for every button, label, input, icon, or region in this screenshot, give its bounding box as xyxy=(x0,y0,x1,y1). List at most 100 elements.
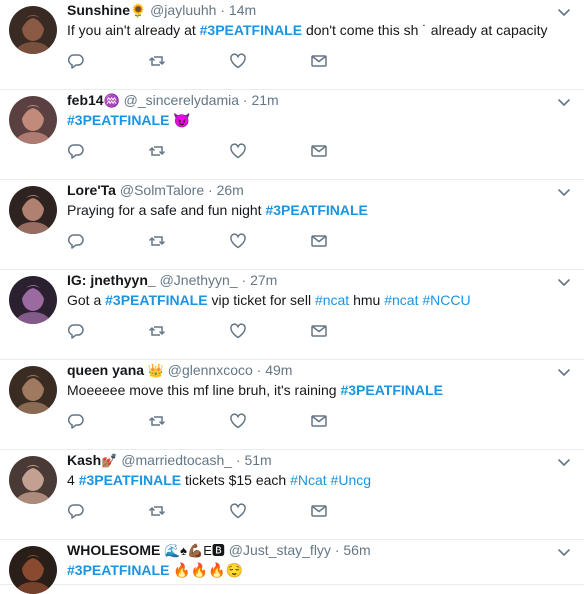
avatar[interactable] xyxy=(9,276,57,324)
envelope-icon[interactable] xyxy=(310,52,328,70)
reply-icon[interactable] xyxy=(67,142,85,160)
heart-icon[interactable] xyxy=(229,52,247,70)
timestamp[interactable]: 49m xyxy=(265,362,292,378)
hashtag-link[interactable]: #Ncat xyxy=(290,472,327,488)
chevron-down-icon[interactable] xyxy=(556,364,572,380)
tweet[interactable]: queen yana 👑 @glennxcoco · 49m Moeeeee mo… xyxy=(0,360,584,450)
avatar[interactable] xyxy=(9,366,57,414)
separator-dot: · xyxy=(216,2,229,18)
user-handle[interactable]: @marriedtocash_ xyxy=(121,452,232,468)
separator-dot: · xyxy=(330,542,344,558)
tweet-text-segment: vip ticket for sell xyxy=(207,292,315,308)
hashtag-link[interactable]: #3PEATFINALE xyxy=(200,22,302,38)
tweet[interactable]: Kash💅🏽 @marriedtocash_ · 51m 4 #3PEATFINA… xyxy=(0,450,584,540)
user-handle[interactable]: @SolmTalore xyxy=(120,182,204,198)
timestamp[interactable]: 27m xyxy=(250,272,277,288)
tweet-text: Got a #3PEATFINALE vip ticket for sell #… xyxy=(67,291,471,309)
user-handle[interactable]: @Jnethyyn_ xyxy=(160,272,238,288)
reply-icon[interactable] xyxy=(67,52,85,70)
reply-icon[interactable] xyxy=(67,412,85,430)
display-name[interactable]: Sunshine xyxy=(67,2,130,18)
chevron-down-icon[interactable] xyxy=(556,274,572,290)
user-handle[interactable]: @jayluuhh xyxy=(150,2,216,18)
display-name[interactable]: Kash xyxy=(67,452,101,468)
retweet-icon[interactable] xyxy=(148,142,166,160)
chevron-down-icon[interactable] xyxy=(556,184,572,200)
envelope-icon[interactable] xyxy=(310,232,328,250)
avatar[interactable] xyxy=(9,546,57,594)
tweet[interactable]: IG: jnethyyn_ @Jnethyyn_ · 27m Got a #3PE… xyxy=(0,270,584,360)
envelope-icon[interactable] xyxy=(310,412,328,430)
tweet-header: IG: jnethyyn_ @Jnethyyn_ · 27m xyxy=(67,271,277,289)
tweet[interactable]: Lore'Ta @SolmTalore · 26m Praying for a s… xyxy=(0,180,584,270)
display-name[interactable]: queen yana xyxy=(67,362,144,378)
hashtag-link[interactable]: #3PEATFINALE xyxy=(67,562,169,578)
heart-icon[interactable] xyxy=(229,412,247,430)
retweet-icon[interactable] xyxy=(148,322,166,340)
separator-dot: · xyxy=(204,182,217,198)
separator-dot: · xyxy=(239,92,252,108)
tweet-text-segment: Praying for a safe and fun night xyxy=(67,202,266,218)
timestamp[interactable]: 56m xyxy=(343,542,370,558)
heart-icon[interactable] xyxy=(229,232,247,250)
tweet-text-segment: tickets $15 each xyxy=(181,472,291,488)
hashtag-link[interactable]: #NCCU xyxy=(422,292,470,308)
reply-icon[interactable] xyxy=(67,322,85,340)
heart-icon[interactable] xyxy=(229,322,247,340)
heart-icon[interactable] xyxy=(229,142,247,160)
hashtag-link[interactable]: #3PEATFINALE xyxy=(265,202,367,218)
tweet-text-segment: If you ain't already at xyxy=(67,22,200,38)
chevron-down-icon[interactable] xyxy=(556,94,572,110)
tweet-text: Praying for a safe and fun night #3PEATF… xyxy=(67,201,368,219)
tweet-text-segment: don't come this sh ˙ already at capacity xyxy=(302,22,548,38)
tweet-header: Lore'Ta @SolmTalore · 26m xyxy=(67,181,244,199)
chevron-down-icon[interactable] xyxy=(556,544,572,560)
avatar[interactable] xyxy=(9,186,57,234)
hashtag-link[interactable]: #ncat xyxy=(384,292,418,308)
reply-icon[interactable] xyxy=(67,232,85,250)
envelope-icon[interactable] xyxy=(310,502,328,520)
hashtag-link[interactable]: #ncat xyxy=(315,292,349,308)
avatar[interactable] xyxy=(9,456,57,504)
user-handle[interactable]: @glennxcoco xyxy=(168,362,253,378)
tweet[interactable]: WHOLESOME 🌊♠💪🏾E🅱 @Just_stay_flyy · 56m #3… xyxy=(0,540,584,594)
timestamp[interactable]: 14m xyxy=(229,2,256,18)
retweet-icon[interactable] xyxy=(148,412,166,430)
hashtag-link[interactable]: #3PEATFINALE xyxy=(105,292,207,308)
display-name[interactable]: feb14 xyxy=(67,92,104,108)
hashtag-link[interactable]: #3PEATFINALE xyxy=(79,472,181,488)
name-emoji: 👑 xyxy=(144,363,164,378)
tweet-header: Sunshine🌻 @jayluuhh · 14m xyxy=(67,1,256,19)
hashtag-link[interactable]: #3PEATFINALE xyxy=(67,112,169,128)
avatar[interactable] xyxy=(9,6,57,54)
tweet-text-segment: 4 xyxy=(67,472,79,488)
chevron-down-icon[interactable] xyxy=(556,4,572,20)
envelope-icon[interactable] xyxy=(310,322,328,340)
display-name[interactable]: Lore'Ta xyxy=(67,182,116,198)
user-handle[interactable]: @Just_stay_flyy xyxy=(229,542,331,558)
envelope-icon[interactable] xyxy=(310,142,328,160)
chevron-down-icon[interactable] xyxy=(556,454,572,470)
tweet[interactable]: feb14♒ @_sincerelydamia · 21m #3PEATFINAL… xyxy=(0,90,584,180)
retweet-icon[interactable] xyxy=(148,502,166,520)
hashtag-link[interactable]: #3PEATFINALE xyxy=(340,382,442,398)
tweet-text-segment: Moeeeee move this mf line bruh, it's rai… xyxy=(67,382,341,398)
separator-dot: · xyxy=(232,452,245,468)
tweet[interactable]: Sunshine🌻 @jayluuhh · 14m If you ain't al… xyxy=(0,0,584,90)
avatar[interactable] xyxy=(9,96,57,144)
separator-dot: · xyxy=(252,362,266,378)
timestamp[interactable]: 21m xyxy=(251,92,278,108)
heart-icon[interactable] xyxy=(229,502,247,520)
reply-icon[interactable] xyxy=(67,502,85,520)
timestamp[interactable]: 51m xyxy=(244,452,271,468)
tweet-header: queen yana 👑 @glennxcoco · 49m xyxy=(67,361,292,379)
display-name[interactable]: IG: jnethyyn_ xyxy=(67,272,156,288)
name-emoji: 💅🏽 xyxy=(101,453,118,468)
timestamp[interactable]: 26m xyxy=(217,182,244,198)
hashtag-link[interactable]: #Uncg xyxy=(331,472,371,488)
display-name[interactable]: WHOLESOME xyxy=(67,542,160,558)
user-handle[interactable]: @_sincerelydamia xyxy=(124,92,239,108)
retweet-icon[interactable] xyxy=(148,52,166,70)
retweet-icon[interactable] xyxy=(148,232,166,250)
tweet-text: Moeeeee move this mf line bruh, it's rai… xyxy=(67,381,443,399)
